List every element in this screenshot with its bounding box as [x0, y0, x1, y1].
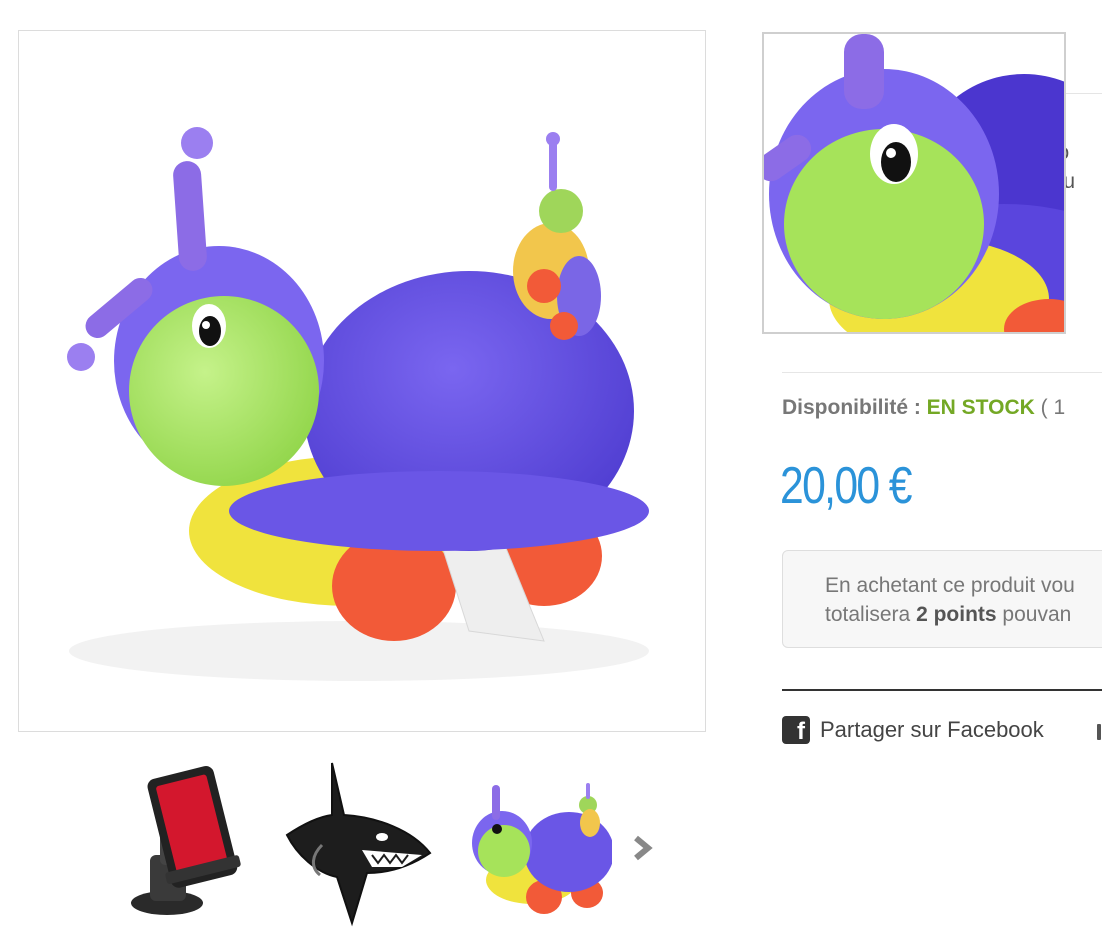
snail-plush-zoom [764, 34, 1064, 332]
phone-holder-image [131, 766, 241, 915]
snail-plush-thumbnail [472, 783, 612, 914]
share-facebook-label: Partager sur Facebook [820, 717, 1044, 742]
thumbnail-item[interactable] [452, 755, 612, 935]
availability-count: ( 1 [1040, 396, 1066, 419]
snail-plush-image [67, 127, 649, 681]
zoom-preview [762, 32, 1066, 334]
product-main-image[interactable] [18, 30, 706, 732]
product-price: 20,00 € [780, 457, 912, 515]
loyalty-line: totalisera 2 points pouvan [825, 600, 1102, 629]
loyalty-prefix: totalisera [825, 603, 911, 626]
loyalty-box: En achetant ce produit vou totalisera 2 … [782, 550, 1102, 648]
divider [782, 689, 1102, 691]
availability-status: EN STOCK [926, 396, 1035, 419]
product-info-divider [1064, 93, 1102, 94]
chevron-right-icon [634, 835, 653, 861]
loyalty-points: 2 points [916, 603, 997, 626]
thumbnail-item[interactable] [112, 755, 272, 935]
loyalty-line: En achetant ce produit vou [825, 574, 1075, 597]
loyalty-suffix: pouvan [1002, 603, 1072, 626]
facebook-icon: f [782, 716, 810, 745]
share-next-icon[interactable] [1097, 724, 1101, 740]
thumbnail-item[interactable] [282, 755, 442, 935]
thumbnail-list [112, 755, 672, 935]
thumbnails-next-button[interactable] [628, 830, 658, 866]
divider [782, 372, 1102, 373]
share-facebook-button[interactable]: f Partager sur Facebook [782, 714, 1044, 746]
availability: Disponibilité : EN STOCK ( 1 [782, 395, 1065, 421]
shark-image [285, 762, 432, 927]
availability-label: Disponibilité : [782, 396, 921, 419]
